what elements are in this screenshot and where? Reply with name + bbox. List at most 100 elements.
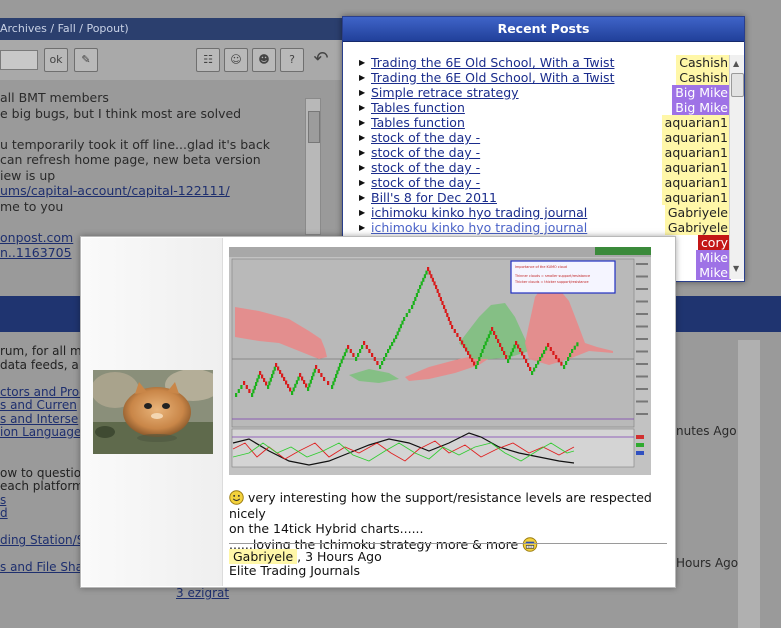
recent-post-title[interactable]: stock of the day - xyxy=(371,145,480,160)
renko-brick xyxy=(420,281,423,286)
renko-brick xyxy=(535,364,538,368)
renko-brick xyxy=(292,387,295,392)
renko-brick xyxy=(527,363,530,367)
scroll-down-icon[interactable]: ▼ xyxy=(733,264,739,273)
recent-post-author[interactable]: Cashish xyxy=(676,55,731,70)
renko-brick xyxy=(439,297,442,301)
renko-brick xyxy=(361,345,364,349)
recent-post-author[interactable]: Big Mike xyxy=(672,85,731,100)
recent-post-title[interactable]: Tables function xyxy=(371,115,465,130)
breadcrumb[interactable]: Archives / Fall / Popout) xyxy=(0,22,129,35)
recent-post-author[interactable]: cory xyxy=(697,235,731,250)
chat-scrollbar[interactable] xyxy=(305,98,321,235)
renko-brick xyxy=(441,301,444,305)
recent-post-author[interactable]: aquarian1 xyxy=(661,190,731,205)
renko-brick xyxy=(431,277,434,282)
recent-post-author[interactable]: Mike xyxy=(696,250,731,265)
post-preview-popup: Importance of the KUMO cloud Thinner clo… xyxy=(80,236,676,588)
recent-post-author[interactable]: Cashish xyxy=(676,70,731,85)
renko-brick xyxy=(265,381,268,386)
recent-post-title[interactable]: Simple retrace strategy xyxy=(371,85,519,100)
renko-brick xyxy=(391,342,394,346)
recent-post-title[interactable]: ichimoku kinko hyo trading journal xyxy=(371,220,587,235)
recent-posts-scrollbar[interactable]: ▲ ▼ xyxy=(729,55,744,279)
scroll-up-icon[interactable]: ▲ xyxy=(733,59,739,68)
chat-line: me to you xyxy=(0,198,64,214)
bg-time-2: Hours Ago xyxy=(676,556,739,570)
recent-post-title[interactable]: Bill's 8 for Dec 2011 xyxy=(371,190,497,205)
forum-list-item[interactable]: d xyxy=(0,507,80,521)
renko-brick xyxy=(297,376,300,381)
recent-post-item: ▶ stock of the day - aquarian1 xyxy=(359,145,731,160)
recent-post-author[interactable]: aquarian1 xyxy=(661,130,731,145)
recent-post-title[interactable]: stock of the day - xyxy=(371,160,480,175)
renko-brick xyxy=(315,365,318,369)
smiley-menu-icon[interactable]: ☺ xyxy=(224,48,248,72)
renko-brick xyxy=(539,357,542,361)
post-author[interactable]: Gabriyele xyxy=(229,549,298,564)
preview-avatar-column xyxy=(82,238,223,586)
renko-brick xyxy=(449,321,452,325)
recent-post-title[interactable]: Trading the 6E Old School, With a Twist xyxy=(371,70,614,85)
recent-posts-scroll-thumb[interactable] xyxy=(731,73,744,97)
post-forum[interactable]: Elite Trading Journals xyxy=(229,564,382,578)
forum-list-item xyxy=(0,372,80,386)
recent-post-author[interactable]: aquarian1 xyxy=(661,175,731,190)
clear-button[interactable]: ✎ xyxy=(74,48,98,72)
help-icon[interactable]: ? xyxy=(280,48,304,72)
renko-brick xyxy=(475,365,478,369)
renko-brick xyxy=(355,357,358,361)
bullet-arrow-icon: ▶ xyxy=(359,133,366,142)
recent-post-author[interactable]: aquarian1 xyxy=(661,160,731,175)
preview-divider xyxy=(229,543,667,544)
recent-post-item: ▶ stock of the day - aquarian1 xyxy=(359,175,731,190)
recent-post-title[interactable]: stock of the day - xyxy=(371,175,480,190)
format-button[interactable]: ☷ xyxy=(196,48,220,72)
forum-list-item xyxy=(0,548,80,562)
chat-line[interactable]: ums/capital-account/capital-122111/ xyxy=(0,183,320,199)
renko-brick xyxy=(352,353,355,357)
chat-input[interactable] xyxy=(0,50,38,70)
ok-button[interactable]: ok xyxy=(44,48,68,72)
recent-post-title[interactable]: Trading the 6E Old School, With a Twist xyxy=(371,55,614,70)
renko-brick xyxy=(279,370,282,374)
recent-post-author[interactable]: Gabriyele xyxy=(664,220,731,235)
renko-brick xyxy=(357,353,360,357)
renko-brick xyxy=(486,337,489,342)
renko-brick xyxy=(519,348,522,352)
forum-scrollbar[interactable] xyxy=(738,340,760,628)
renko-brick xyxy=(459,337,462,341)
renko-brick xyxy=(323,377,326,381)
price-axis-tick xyxy=(636,338,648,340)
recent-post-author[interactable]: aquarian1 xyxy=(661,115,731,130)
chat-scrollbar-thumb[interactable] xyxy=(308,111,320,143)
recent-post-author[interactable]: Gabriyele xyxy=(664,205,731,220)
forum-list-item[interactable]: ding Station/S xyxy=(0,534,80,548)
renko-brick xyxy=(253,385,256,390)
recent-post-author[interactable]: aquarian1 xyxy=(661,145,731,160)
forum-list-item[interactable]: s and Interse xyxy=(0,413,80,427)
recent-post-title[interactable]: ichimoku kinko hyo trading journal xyxy=(371,205,587,220)
recent-post-author[interactable]: Big Mike xyxy=(672,100,731,115)
renko-brick xyxy=(412,301,415,305)
recent-post-title[interactable]: stock of the day - xyxy=(371,130,480,145)
renko-brick xyxy=(425,270,428,275)
forum-list-item[interactable]: ctors and Produ xyxy=(0,386,80,400)
emote-icon[interactable]: ☻ xyxy=(252,48,276,72)
bg-username[interactable]: 3 ezigrat xyxy=(176,586,229,600)
forum-list-item[interactable]: s and File Sharing xyxy=(0,561,80,575)
forum-list-item[interactable]: s and Curren xyxy=(0,399,80,413)
renko-brick xyxy=(291,391,294,395)
renko-brick xyxy=(393,338,396,343)
renko-brick xyxy=(543,350,546,354)
forum-list-item[interactable]: ion Language xyxy=(0,426,80,440)
renko-brick xyxy=(243,381,246,385)
chat-line: u temporarily took it off line...glad it… xyxy=(0,136,270,152)
renko-brick xyxy=(453,329,456,333)
recent-post-title[interactable]: Tables function xyxy=(371,100,465,115)
renko-brick xyxy=(422,277,425,282)
recent-post-author[interactable]: Mike xyxy=(696,265,731,280)
renko-brick xyxy=(252,389,255,394)
undo-icon[interactable]: ↶ xyxy=(310,48,332,70)
forum-list-item[interactable]: s xyxy=(0,494,80,508)
